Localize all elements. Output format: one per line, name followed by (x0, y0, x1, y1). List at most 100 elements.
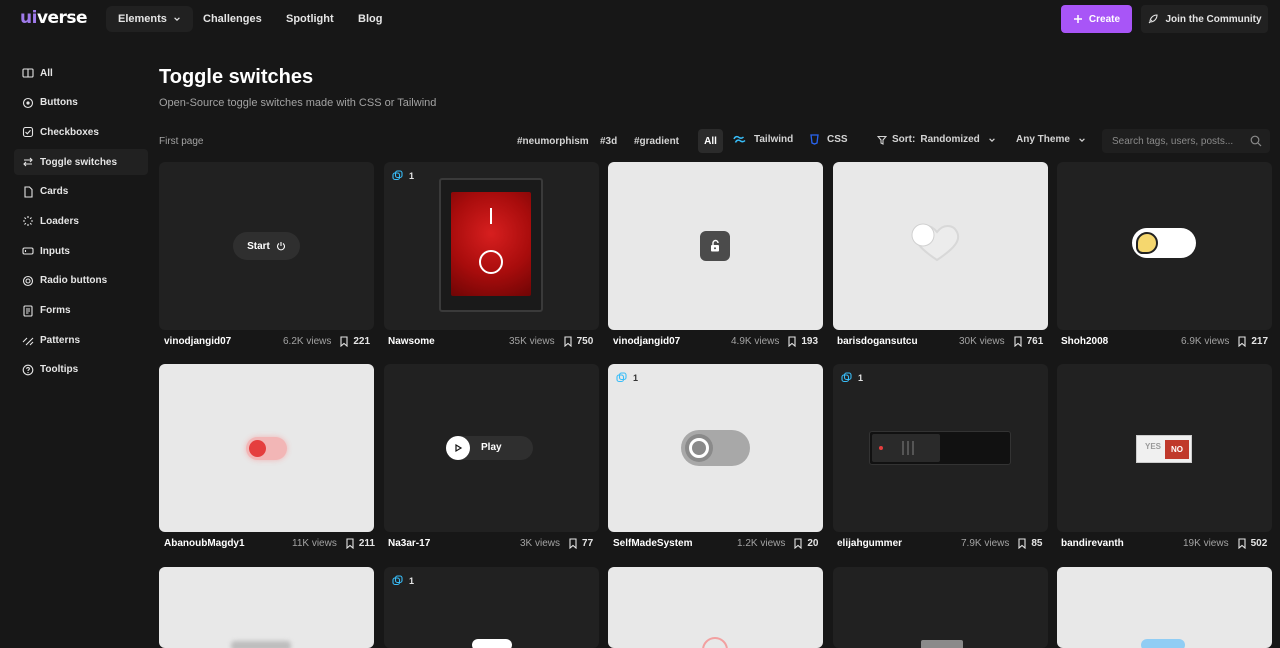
card-stats: 19K views 502 (1183, 538, 1268, 549)
first-page-label: First page (159, 136, 204, 147)
bookmark-icon[interactable] (345, 538, 355, 549)
card-row3-2[interactable]: 1 (384, 567, 599, 648)
nav-spotlight[interactable]: Spotlight (286, 13, 334, 25)
nav-elements-dropdown[interactable]: Elements (106, 6, 193, 32)
sidebar-item-inputs[interactable]: Inputs (14, 238, 148, 264)
sidebar-item-tooltips[interactable]: Tooltips (14, 357, 148, 383)
card-nawsome-rocker[interactable]: 1 (384, 162, 599, 330)
nav-challenges[interactable]: Challenges (203, 13, 262, 25)
unlock-icon (711, 239, 719, 252)
sidebar-item-checkboxes[interactable]: Checkboxes (14, 119, 148, 145)
card-author[interactable]: Nawsome (388, 336, 435, 347)
sidebar-item-loaders[interactable]: Loaders (14, 208, 148, 234)
bookmark-icon[interactable] (793, 538, 803, 549)
bookmark-icon[interactable] (1017, 538, 1027, 549)
sidebar-item-radio-buttons[interactable]: Radio buttons (14, 268, 148, 294)
bookmark-icon[interactable] (1237, 538, 1247, 549)
card-author[interactable]: Na3ar-17 (388, 538, 430, 549)
play-toggle-preview: Play (446, 436, 533, 460)
theme-dropdown[interactable]: Any Theme (1016, 134, 1086, 145)
sort-dropdown[interactable]: Sort: Randomized (877, 134, 996, 145)
rocket-icon (1149, 14, 1158, 24)
card-barisdogansutcu-heart[interactable] (833, 162, 1048, 330)
card-author[interactable]: Shoh2008 (1061, 336, 1108, 347)
card-author[interactable]: SelfMadeSystem (613, 538, 692, 549)
bookmark-icon[interactable] (1013, 336, 1023, 347)
sidebar-item-toggle-switches[interactable]: Toggle switches (14, 149, 148, 176)
bookmark-icon[interactable] (568, 538, 578, 549)
fork-badge: 1 (392, 170, 414, 181)
chevron-down-icon (174, 17, 180, 22)
card-selfmadesystem-toggle[interactable]: 1 (608, 364, 823, 532)
toggle-knob (1136, 232, 1158, 254)
tag-3d[interactable]: #3d (600, 136, 617, 147)
css-icon (810, 134, 819, 145)
toggle-knob (249, 440, 266, 457)
tag-neumorphism[interactable]: #neumorphism (517, 136, 589, 147)
join-community-button[interactable]: Join the Community (1141, 5, 1268, 33)
tag-gradient[interactable]: #gradient (634, 136, 679, 147)
card-elijahgummer-toggle[interactable]: 1 (833, 364, 1048, 532)
help-circle-icon (22, 364, 34, 376)
card-abanoubmagdy1-toggle[interactable] (159, 364, 374, 532)
form-icon (22, 304, 34, 317)
rocker-switch-preview (439, 178, 543, 312)
card-author[interactable]: elijahgummer (837, 538, 902, 549)
book-icon (22, 67, 34, 79)
filter-css-button[interactable]: CSS (810, 134, 848, 145)
sidebar-item-buttons[interactable]: Buttons (14, 90, 148, 116)
card-na3ar-17-play[interactable]: Play (384, 364, 599, 532)
sidebar-item-forms[interactable]: Forms (14, 298, 148, 324)
search-box (1102, 129, 1270, 153)
search-icon[interactable] (1250, 135, 1262, 147)
red-toggle-preview (246, 437, 287, 460)
card-stats: 35K views 750 (509, 336, 594, 347)
card-shoh2008-toggle[interactable] (1057, 162, 1272, 330)
card-row3-5[interactable] (1057, 567, 1272, 648)
play-icon (446, 436, 470, 460)
radio-icon (22, 275, 34, 287)
card-stats: 30K views 761 (959, 336, 1044, 347)
card-vinodjangid07-lock[interactable] (608, 162, 823, 330)
sidebar-item-all[interactable]: All (14, 60, 148, 86)
filter-all-button[interactable]: All (698, 129, 723, 153)
plus-icon (1073, 15, 1082, 23)
card-stats: 4.9K views 193 (731, 336, 819, 347)
fork-badge: 1 (392, 575, 414, 586)
search-input[interactable] (1112, 134, 1248, 148)
card-stats: 3K views 77 (520, 538, 594, 549)
off-mark (479, 250, 503, 274)
card-author[interactable]: barisdogansutcu (837, 336, 918, 347)
card-vinodjangid07-start[interactable]: Start (159, 162, 374, 330)
bookmark-icon[interactable] (787, 336, 797, 347)
input-icon (22, 245, 34, 257)
card-row3-3[interactable] (608, 567, 823, 648)
uiverse-logo[interactable]: uiverse (20, 8, 88, 28)
bookmark-icon[interactable] (1237, 336, 1247, 347)
create-button[interactable]: Create (1061, 5, 1132, 33)
filter-tailwind-button[interactable]: Tailwind (733, 134, 793, 145)
pattern-icon (22, 334, 34, 346)
top-navbar: uiverse Elements Challenges Spotlight Bl… (0, 0, 1280, 38)
card-author[interactable]: bandirevanth (1061, 538, 1124, 549)
card-author[interactable]: AbanoubMagdy1 (164, 538, 245, 549)
yellow-toggle-preview (1132, 228, 1196, 258)
sidebar-item-cards[interactable]: Cards (14, 179, 148, 205)
bookmark-icon[interactable] (563, 336, 573, 347)
card-row3-4[interactable] (833, 567, 1048, 648)
power-icon (276, 242, 285, 251)
page-subtitle: Open-Source toggle switches made with CS… (159, 97, 437, 109)
nav-blog[interactable]: Blog (358, 13, 382, 25)
card-author[interactable]: vinodjangid07 (164, 336, 231, 347)
card-row3-1[interactable] (159, 567, 374, 648)
card-bandirevanth-yes-no[interactable]: YES NO (1057, 364, 1272, 532)
start-button-preview: Start (233, 232, 300, 260)
sidebar-item-patterns[interactable]: Patterns (14, 327, 148, 353)
checkbox-icon (22, 126, 34, 138)
card-author[interactable]: vinodjangid07 (613, 336, 680, 347)
bookmark-icon[interactable] (339, 336, 349, 347)
card-stats: 1.2K views 20 (737, 538, 819, 549)
card-stats: 7.9K views 85 (961, 538, 1043, 549)
copy-icon (616, 372, 627, 383)
swap-arrows-icon (22, 156, 34, 168)
